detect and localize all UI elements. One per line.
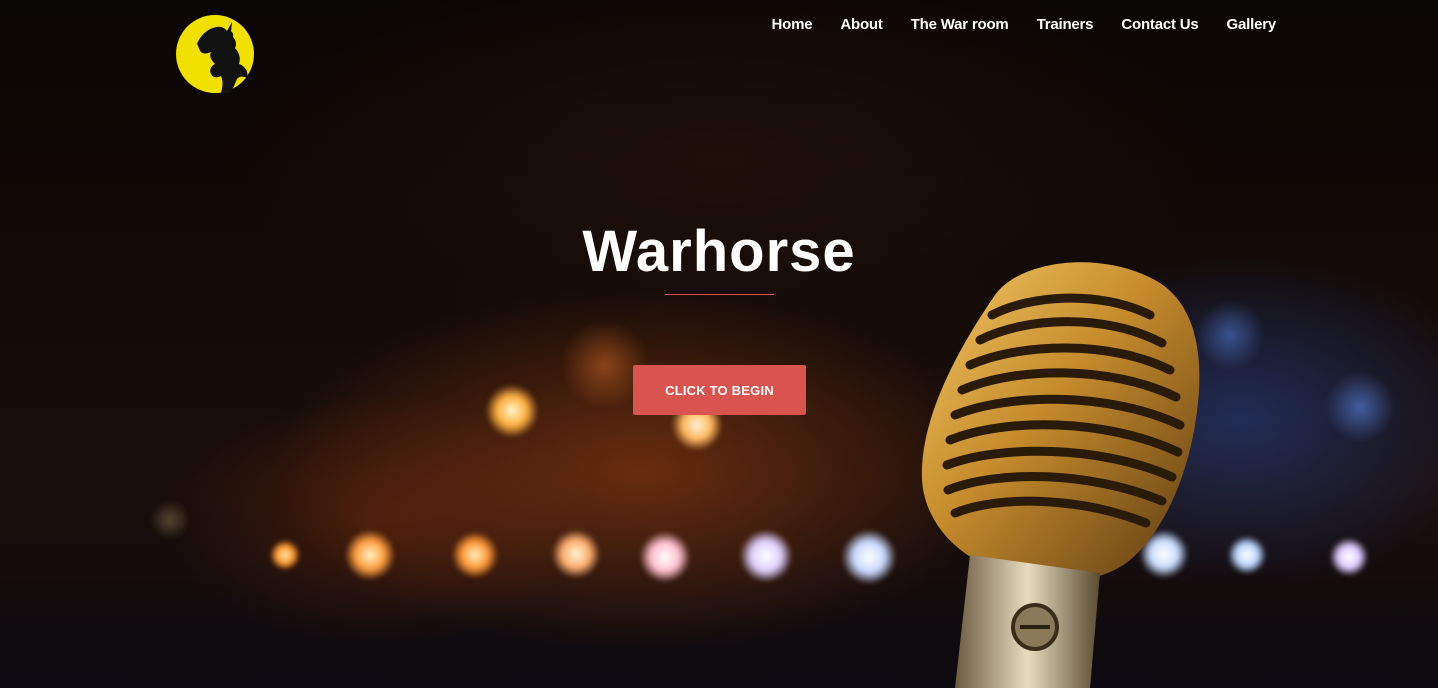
nav-home[interactable]: Home [771, 16, 812, 33]
nav-about[interactable]: About [840, 16, 883, 33]
click-to-begin-button[interactable]: CLICK TO BEGIN [633, 365, 806, 415]
nav-trainers[interactable]: Trainers [1037, 16, 1094, 33]
horse-logo-icon [176, 15, 254, 94]
page: Home About The War room Trainers Contact… [0, 0, 1438, 688]
warhorse-logo[interactable] [175, 14, 255, 94]
nav-gallery[interactable]: Gallery [1227, 16, 1277, 33]
title-divider [665, 294, 774, 295]
nav-the-war-room[interactable]: The War room [911, 16, 1009, 33]
nav-contact-us[interactable]: Contact Us [1121, 16, 1198, 33]
main-nav: Home About The War room Trainers Contact… [771, 16, 1276, 33]
hero-title: Warhorse [582, 219, 856, 284]
microphone-image [921, 262, 1200, 688]
